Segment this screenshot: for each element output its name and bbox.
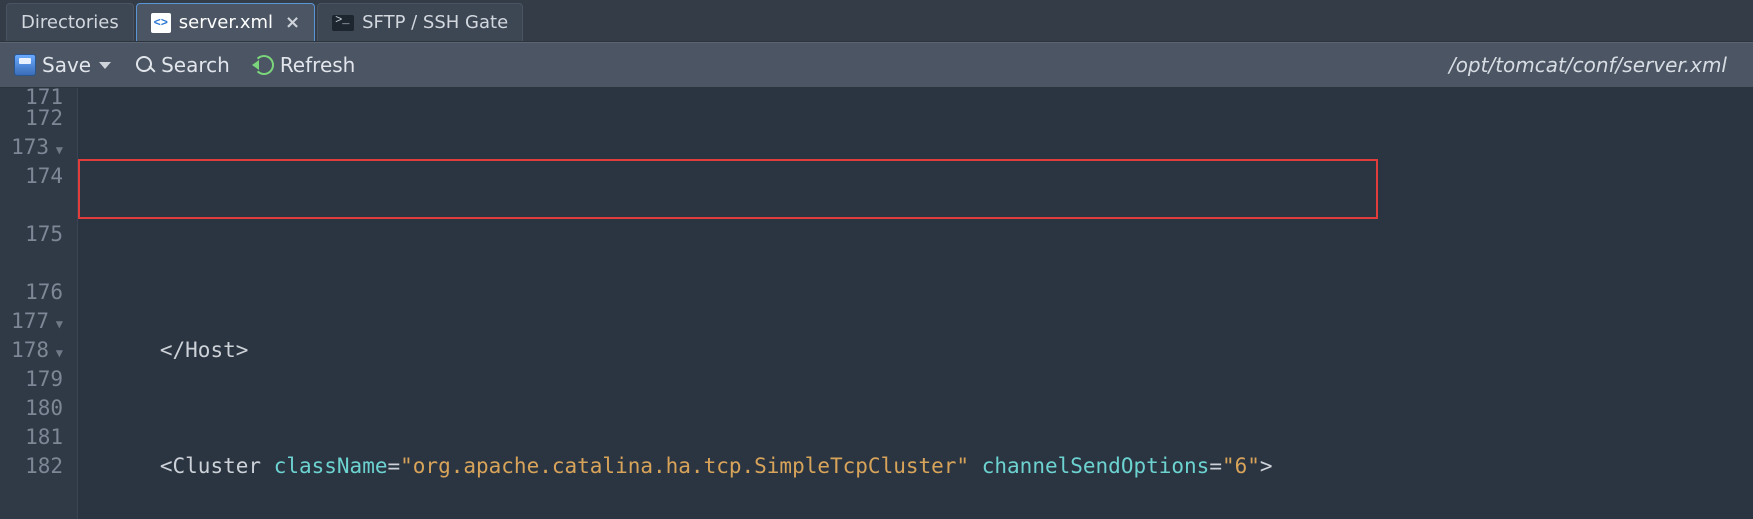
fold-icon[interactable]: ▼ xyxy=(53,339,63,368)
line-number xyxy=(0,191,63,220)
tab-server-xml[interactable]: <> server.xml × xyxy=(136,3,315,41)
fold-icon[interactable]: ▼ xyxy=(53,310,63,339)
search-button[interactable]: Search xyxy=(135,53,230,77)
line-number: 180 xyxy=(0,394,63,423)
search-label: Search xyxy=(161,53,230,77)
close-icon[interactable]: × xyxy=(285,12,300,33)
fold-icon[interactable]: ▼ xyxy=(53,136,63,165)
chevron-down-icon xyxy=(99,62,111,69)
code-line: </Host> xyxy=(84,336,1747,365)
line-number: 182 xyxy=(0,452,63,481)
tab-label: Directories xyxy=(21,12,119,33)
refresh-label: Refresh xyxy=(280,53,356,77)
line-number: 181 xyxy=(0,423,63,452)
search-icon xyxy=(135,55,155,75)
highlight-box xyxy=(78,159,1378,219)
terminal-icon xyxy=(332,15,354,31)
xml-file-icon: <> xyxy=(151,13,171,33)
line-number: 176 xyxy=(0,278,63,307)
tab-label: server.xml xyxy=(179,12,273,33)
code-line: <Cluster className="org.apache.catalina.… xyxy=(84,452,1747,481)
tab-strip: Directories <> server.xml × SFTP / SSH G… xyxy=(0,0,1753,42)
save-label: Save xyxy=(42,53,91,77)
line-number: 175 xyxy=(0,220,63,249)
file-path: /opt/tomcat/conf/server.xml xyxy=(1449,53,1739,77)
tab-sftp-ssh-gate[interactable]: SFTP / SSH Gate xyxy=(317,3,523,41)
tab-label: SFTP / SSH Gate xyxy=(362,12,508,33)
code-line xyxy=(84,235,1747,249)
line-number: 174 xyxy=(0,162,63,191)
line-number: 178▼ xyxy=(0,336,63,365)
editor-toolbar: Save Search Refresh /opt/tomcat/conf/ser… xyxy=(0,42,1753,88)
line-number-gutter: 171 172 173▼ 174 175 176 177▼ 178▼ 179 1… xyxy=(0,88,78,519)
line-number: 173▼ xyxy=(0,133,63,162)
line-number: 172 xyxy=(0,104,63,133)
code-area[interactable]: </Host> <Cluster className="org.apache.c… xyxy=(78,88,1753,519)
save-icon xyxy=(14,54,36,76)
line-number: 179 xyxy=(0,365,63,394)
refresh-icon xyxy=(254,55,274,75)
refresh-button[interactable]: Refresh xyxy=(254,53,356,77)
line-number: 171 xyxy=(0,90,63,104)
save-button[interactable]: Save xyxy=(14,53,111,77)
line-number xyxy=(0,249,63,278)
code-editor[interactable]: 171 172 173▼ 174 175 176 177▼ 178▼ 179 1… xyxy=(0,88,1753,519)
line-number: 177▼ xyxy=(0,307,63,336)
tab-directories[interactable]: Directories xyxy=(6,3,134,41)
